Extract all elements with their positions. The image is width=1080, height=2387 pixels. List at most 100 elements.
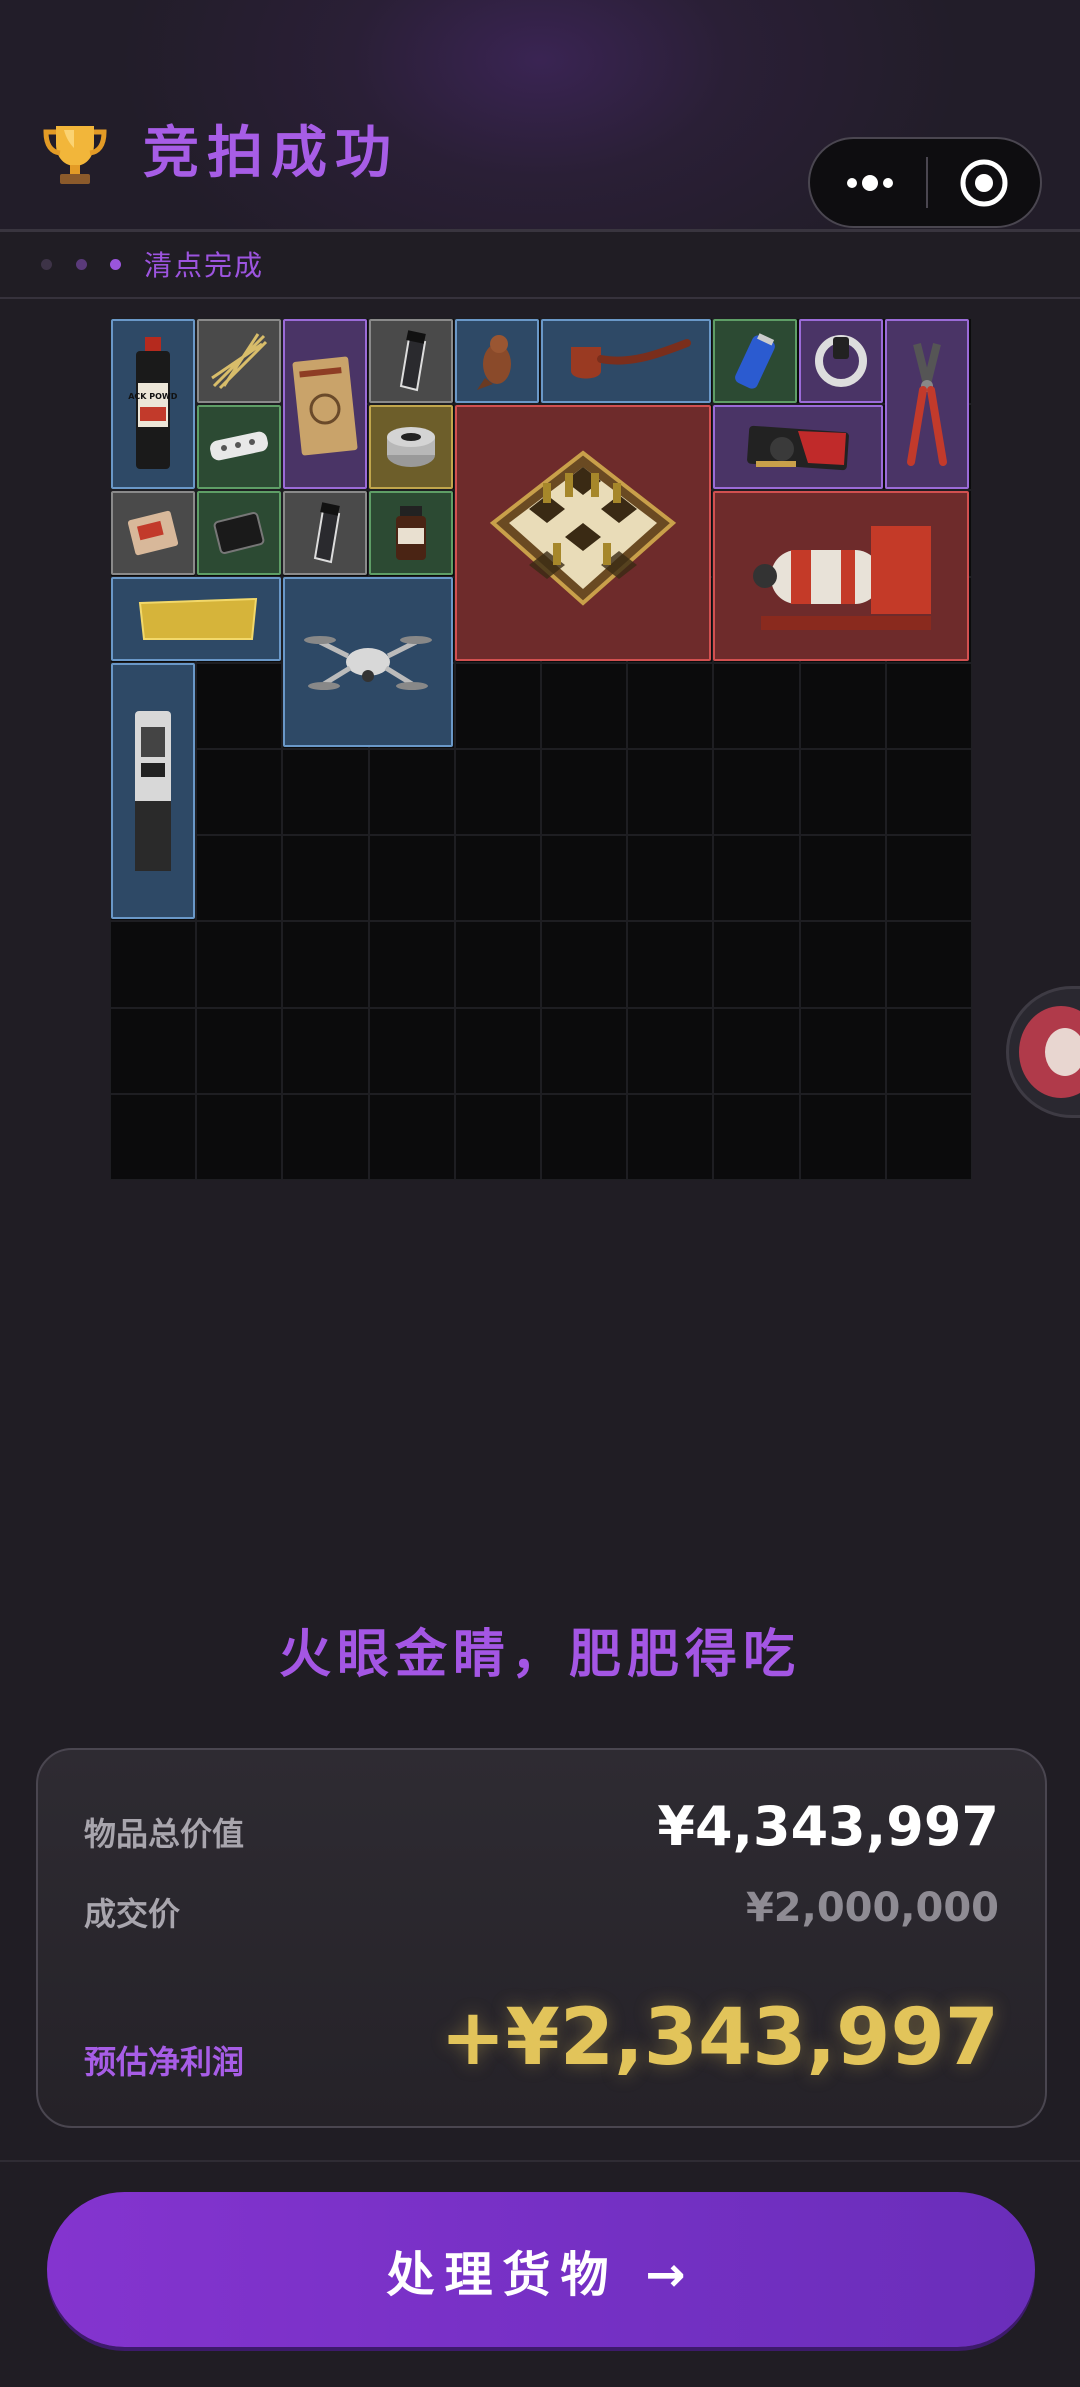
jar[interactable] bbox=[369, 491, 453, 575]
chess-set[interactable] bbox=[455, 405, 711, 661]
grid-cell bbox=[885, 921, 972, 1008]
page-title: 竞拍成功 bbox=[143, 121, 399, 186]
grid-cell bbox=[885, 1007, 972, 1094]
battery[interactable] bbox=[713, 319, 797, 403]
grid-cell bbox=[627, 1007, 714, 1094]
grid-cell bbox=[541, 835, 628, 922]
inventory-grid: BLACK POWDER bbox=[110, 318, 972, 1180]
slogan: 火眼金睛，肥肥得吃 bbox=[278, 1625, 801, 1685]
grid-cell bbox=[885, 835, 972, 922]
grid-cell bbox=[368, 1007, 455, 1094]
gas-filter[interactable] bbox=[369, 405, 453, 489]
pliers[interactable] bbox=[885, 319, 969, 489]
grid-cell bbox=[454, 1093, 541, 1180]
grid-cell bbox=[885, 749, 972, 836]
grid-cell bbox=[196, 921, 283, 1008]
rope[interactable] bbox=[197, 319, 281, 403]
status-text: 清点完成 bbox=[144, 249, 265, 282]
header: 竞拍成功 bbox=[0, 0, 1080, 232]
powder-can-icon: BLACK POWDER bbox=[128, 337, 178, 469]
server-icon bbox=[135, 711, 171, 871]
old-book[interactable] bbox=[283, 319, 367, 489]
gas-tank-machine[interactable] bbox=[713, 491, 969, 661]
black-powder-can[interactable]: BLACK POWDER bbox=[111, 319, 195, 489]
grid-cell bbox=[713, 749, 800, 836]
grid-cell bbox=[713, 1093, 800, 1180]
grid-cell bbox=[282, 1007, 369, 1094]
progress-dot bbox=[41, 259, 52, 270]
gas-tank-icon bbox=[753, 526, 931, 630]
chess-set-icon bbox=[489, 450, 677, 606]
grid-cell bbox=[196, 835, 283, 922]
pipe-icon bbox=[571, 339, 691, 379]
profit-label: 预估净利润 bbox=[84, 2043, 245, 2081]
grid-cell bbox=[454, 835, 541, 922]
power-strip-icon bbox=[210, 431, 268, 461]
grid-cell bbox=[368, 921, 455, 1008]
total-value: ¥4,343,997 bbox=[657, 1795, 999, 1858]
pepper-grinder-2[interactable] bbox=[283, 491, 367, 575]
grid-cell bbox=[368, 749, 455, 836]
deal-price: ¥2,000,000 bbox=[745, 1885, 999, 1931]
gold-bar[interactable] bbox=[111, 577, 281, 661]
server-tower[interactable] bbox=[111, 663, 195, 919]
grid-cell bbox=[454, 921, 541, 1008]
grid-cell bbox=[110, 921, 197, 1008]
hard-drive[interactable] bbox=[197, 491, 281, 575]
progress-dot bbox=[76, 259, 87, 270]
status-row: 清点完成 bbox=[0, 232, 1080, 299]
grid-cell bbox=[454, 662, 541, 749]
smoking-pipe[interactable] bbox=[541, 319, 711, 403]
grid-cell bbox=[282, 749, 369, 836]
smart-band-icon bbox=[815, 335, 867, 387]
mini-program-capsule bbox=[808, 137, 1042, 228]
grid-cell bbox=[627, 835, 714, 922]
grid-cell bbox=[196, 1093, 283, 1180]
grid-cell bbox=[541, 662, 628, 749]
grid-cell bbox=[110, 1093, 197, 1180]
book-icon bbox=[292, 356, 358, 456]
food-packet-icon bbox=[127, 510, 179, 556]
grid-cell bbox=[627, 921, 714, 1008]
total-value-label: 物品总价值 bbox=[84, 1815, 245, 1853]
grid-cell bbox=[541, 1007, 628, 1094]
grid-cell bbox=[799, 662, 886, 749]
battery-icon bbox=[735, 333, 775, 389]
trophy-icon bbox=[40, 122, 110, 188]
target-close-icon[interactable] bbox=[928, 139, 1042, 226]
rope-icon bbox=[211, 333, 268, 390]
smart-band[interactable] bbox=[799, 319, 883, 403]
svg-text:BLACK POWDER: BLACK POWDER bbox=[128, 392, 178, 401]
grid-cell bbox=[799, 1093, 886, 1180]
process-goods-label: 处理货物 → bbox=[386, 2246, 696, 2303]
grid-cell bbox=[110, 1007, 197, 1094]
summary-card: 物品总价值 ¥4,343,997 成交价 ¥2,000,000 预估净利润 +¥… bbox=[36, 1748, 1047, 2128]
food-packet[interactable] bbox=[111, 491, 195, 575]
bird-figurine-icon bbox=[477, 335, 511, 390]
floating-side-button[interactable] bbox=[1006, 986, 1080, 1118]
grid-cell bbox=[368, 1093, 455, 1180]
grid-cell bbox=[282, 835, 369, 922]
power-strip[interactable] bbox=[197, 405, 281, 489]
pepper-grinder[interactable] bbox=[369, 319, 453, 403]
bird-figurine[interactable] bbox=[455, 319, 539, 403]
grid-cell bbox=[282, 921, 369, 1008]
grid-cell bbox=[196, 749, 283, 836]
more-dots-icon[interactable] bbox=[810, 139, 926, 226]
deal-price-label: 成交价 bbox=[84, 1895, 181, 1933]
gold-bar-icon bbox=[138, 597, 258, 640]
grid-cell bbox=[713, 662, 800, 749]
drone[interactable] bbox=[283, 577, 453, 747]
grid-cell bbox=[454, 749, 541, 836]
progress-dot bbox=[110, 259, 121, 270]
graphics-card[interactable] bbox=[713, 405, 883, 489]
grid-cell bbox=[799, 921, 886, 1008]
grid-cell bbox=[799, 1007, 886, 1094]
filter-icon bbox=[387, 427, 435, 467]
process-goods-button[interactable]: 处理货物 → bbox=[47, 2192, 1035, 2347]
grid-cell bbox=[196, 662, 283, 749]
grid-cell bbox=[885, 1093, 972, 1180]
grid-cell bbox=[713, 921, 800, 1008]
grid-cell bbox=[885, 662, 972, 749]
bottom-divider bbox=[0, 2160, 1080, 2162]
